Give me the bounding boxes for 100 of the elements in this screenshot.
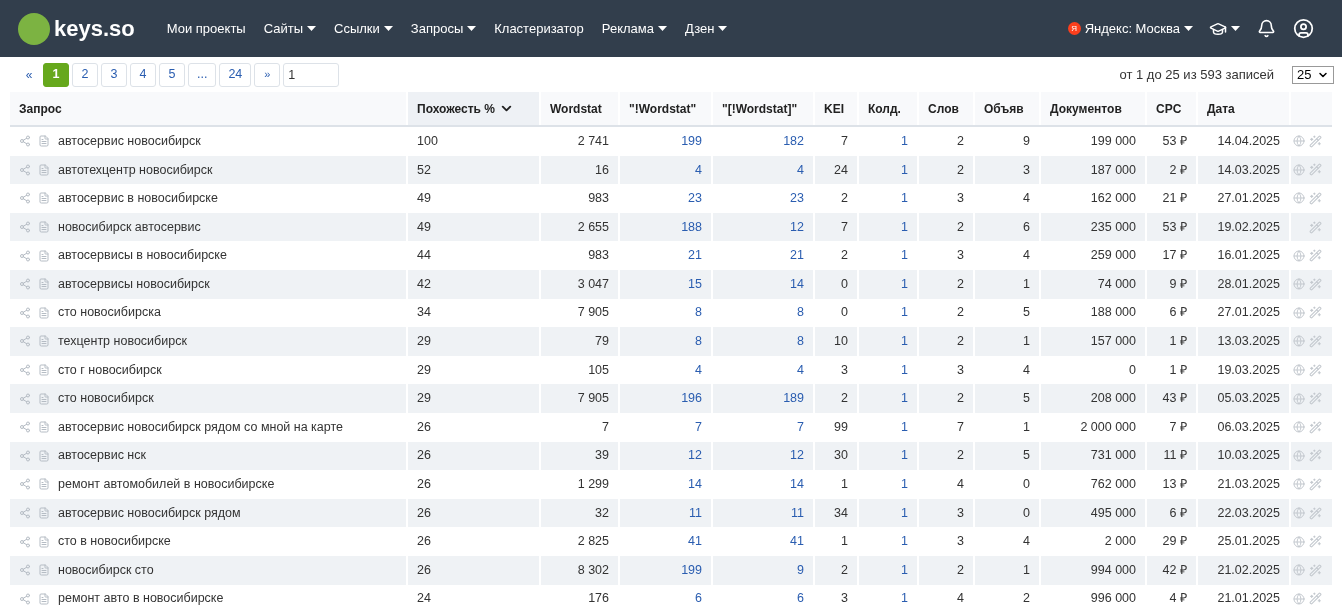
column-header[interactable]: "!Wordstat" xyxy=(620,92,713,125)
magic-wand-icon[interactable] xyxy=(1309,592,1322,606)
globe-icon[interactable] xyxy=(1293,392,1305,405)
nav-menu-item[interactable]: Сайты xyxy=(263,18,316,39)
share-icon[interactable] xyxy=(19,507,31,519)
magic-wand-icon[interactable] xyxy=(1309,506,1322,520)
region-selector[interactable]: Я Яндекс: Москва xyxy=(1067,18,1193,39)
nav-menu-item[interactable]: Кластеризатор xyxy=(494,18,584,39)
globe-icon[interactable] xyxy=(1293,278,1305,291)
magic-wand-icon[interactable] xyxy=(1309,163,1322,177)
globe-icon[interactable] xyxy=(1293,421,1305,434)
globe-icon[interactable] xyxy=(1293,192,1305,205)
page-button[interactable]: 24 xyxy=(219,62,252,87)
page-size-select[interactable]: 25 xyxy=(1292,65,1334,84)
query-link[interactable]: автосервис новосибирск xyxy=(58,131,201,151)
document-icon[interactable] xyxy=(38,306,50,319)
share-icon[interactable] xyxy=(19,478,31,491)
share-icon[interactable] xyxy=(19,449,31,462)
share-icon[interactable] xyxy=(19,135,31,148)
share-icon[interactable] xyxy=(19,392,31,405)
query-link[interactable]: сто новосибирск xyxy=(58,389,154,408)
page-button[interactable]: 2 xyxy=(72,62,98,87)
next-page-link[interactable]: » xyxy=(254,62,281,87)
magic-wand-icon[interactable] xyxy=(1309,392,1322,406)
globe-icon[interactable] xyxy=(1293,163,1305,176)
document-icon[interactable] xyxy=(38,449,50,462)
nav-menu-item[interactable]: Реклама xyxy=(601,18,667,39)
query-link[interactable]: ремонт авто в новосибирске xyxy=(58,589,224,609)
query-link[interactable]: сто в новосибирске xyxy=(58,532,171,551)
document-icon[interactable] xyxy=(38,507,50,519)
document-icon[interactable] xyxy=(38,478,50,491)
document-icon[interactable] xyxy=(38,135,50,148)
document-icon[interactable] xyxy=(38,249,50,262)
magic-wand-icon[interactable] xyxy=(1309,477,1322,491)
share-icon[interactable] xyxy=(19,306,31,319)
column-header[interactable]: Слов xyxy=(919,92,975,125)
document-icon[interactable] xyxy=(38,592,50,605)
globe-icon[interactable] xyxy=(1293,507,1305,519)
page-button[interactable]: 3 xyxy=(101,62,127,87)
globe-icon[interactable] xyxy=(1293,135,1305,148)
query-link[interactable]: сто новосибирска xyxy=(58,303,161,323)
globe-icon[interactable] xyxy=(1293,478,1305,491)
page-button[interactable]: 4 xyxy=(130,62,156,87)
magic-wand-icon[interactable] xyxy=(1309,535,1322,549)
share-icon[interactable] xyxy=(19,364,31,377)
column-header[interactable]: Дата xyxy=(1198,92,1291,125)
column-header[interactable]: CPC xyxy=(1147,92,1198,125)
magic-wand-icon[interactable] xyxy=(1309,249,1322,263)
query-link[interactable]: автотехцентр новосибирск xyxy=(58,160,213,180)
globe-icon[interactable] xyxy=(1293,564,1305,577)
user-profile-icon[interactable] xyxy=(1293,18,1314,39)
column-header[interactable]: Похожесть % xyxy=(408,92,541,125)
magic-wand-icon[interactable] xyxy=(1309,306,1322,320)
document-icon[interactable] xyxy=(38,335,50,348)
share-icon[interactable] xyxy=(19,421,31,434)
globe-icon[interactable] xyxy=(1293,364,1305,377)
column-header[interactable]: Wordstat xyxy=(541,92,620,125)
document-icon[interactable] xyxy=(38,163,50,176)
page-number-input[interactable]: 1 xyxy=(283,62,340,87)
logo[interactable]: keys.so xyxy=(18,12,135,45)
page-button[interactable]: ... xyxy=(188,62,217,87)
share-icon[interactable] xyxy=(19,249,31,262)
nav-menu-item[interactable]: Запросы xyxy=(410,18,477,39)
document-icon[interactable] xyxy=(38,392,50,405)
share-icon[interactable] xyxy=(19,192,31,205)
globe-icon[interactable] xyxy=(1293,449,1305,462)
magic-wand-icon[interactable] xyxy=(1309,277,1322,291)
query-link[interactable]: автосервис новосибирск рядом xyxy=(58,503,241,523)
magic-wand-icon[interactable] xyxy=(1309,220,1322,234)
column-header[interactable]: Объяв xyxy=(975,92,1041,125)
magic-wand-icon[interactable] xyxy=(1309,363,1322,377)
share-icon[interactable] xyxy=(19,535,31,548)
query-link[interactable]: автосервисы в новосибирске xyxy=(58,246,227,266)
query-link[interactable]: автосервисы новосибирск xyxy=(58,274,210,294)
notification-bell-icon[interactable] xyxy=(1257,19,1276,38)
globe-icon[interactable] xyxy=(1293,535,1305,548)
magic-wand-icon[interactable] xyxy=(1309,134,1322,148)
query-link[interactable]: сто г новосибирск xyxy=(58,360,162,380)
magic-wand-icon[interactable] xyxy=(1309,334,1322,348)
query-link[interactable]: автосервис в новосибирске xyxy=(58,189,218,208)
share-icon[interactable] xyxy=(19,221,31,234)
document-icon[interactable] xyxy=(38,192,50,205)
query-link[interactable]: техцентр новосибирск xyxy=(58,332,187,351)
globe-icon[interactable] xyxy=(1293,306,1305,319)
share-icon[interactable] xyxy=(19,592,31,605)
column-header[interactable]: KEI xyxy=(815,92,859,125)
magic-wand-icon[interactable] xyxy=(1309,563,1322,577)
nav-menu-item[interactable]: Мои проекты xyxy=(166,18,246,39)
previous-page-link[interactable]: « xyxy=(18,62,40,87)
document-icon[interactable] xyxy=(38,278,50,291)
document-icon[interactable] xyxy=(38,535,50,548)
column-header[interactable]: Документов xyxy=(1041,92,1147,125)
query-link[interactable]: ремонт автомобилей в новосибирске xyxy=(58,475,275,494)
globe-icon[interactable] xyxy=(1293,335,1305,348)
nav-menu-item[interactable]: Дзен xyxy=(685,18,728,39)
document-icon[interactable] xyxy=(38,221,50,234)
share-icon[interactable] xyxy=(19,278,31,291)
share-icon[interactable] xyxy=(19,564,31,577)
document-icon[interactable] xyxy=(38,564,50,577)
globe-icon[interactable] xyxy=(1293,592,1305,605)
